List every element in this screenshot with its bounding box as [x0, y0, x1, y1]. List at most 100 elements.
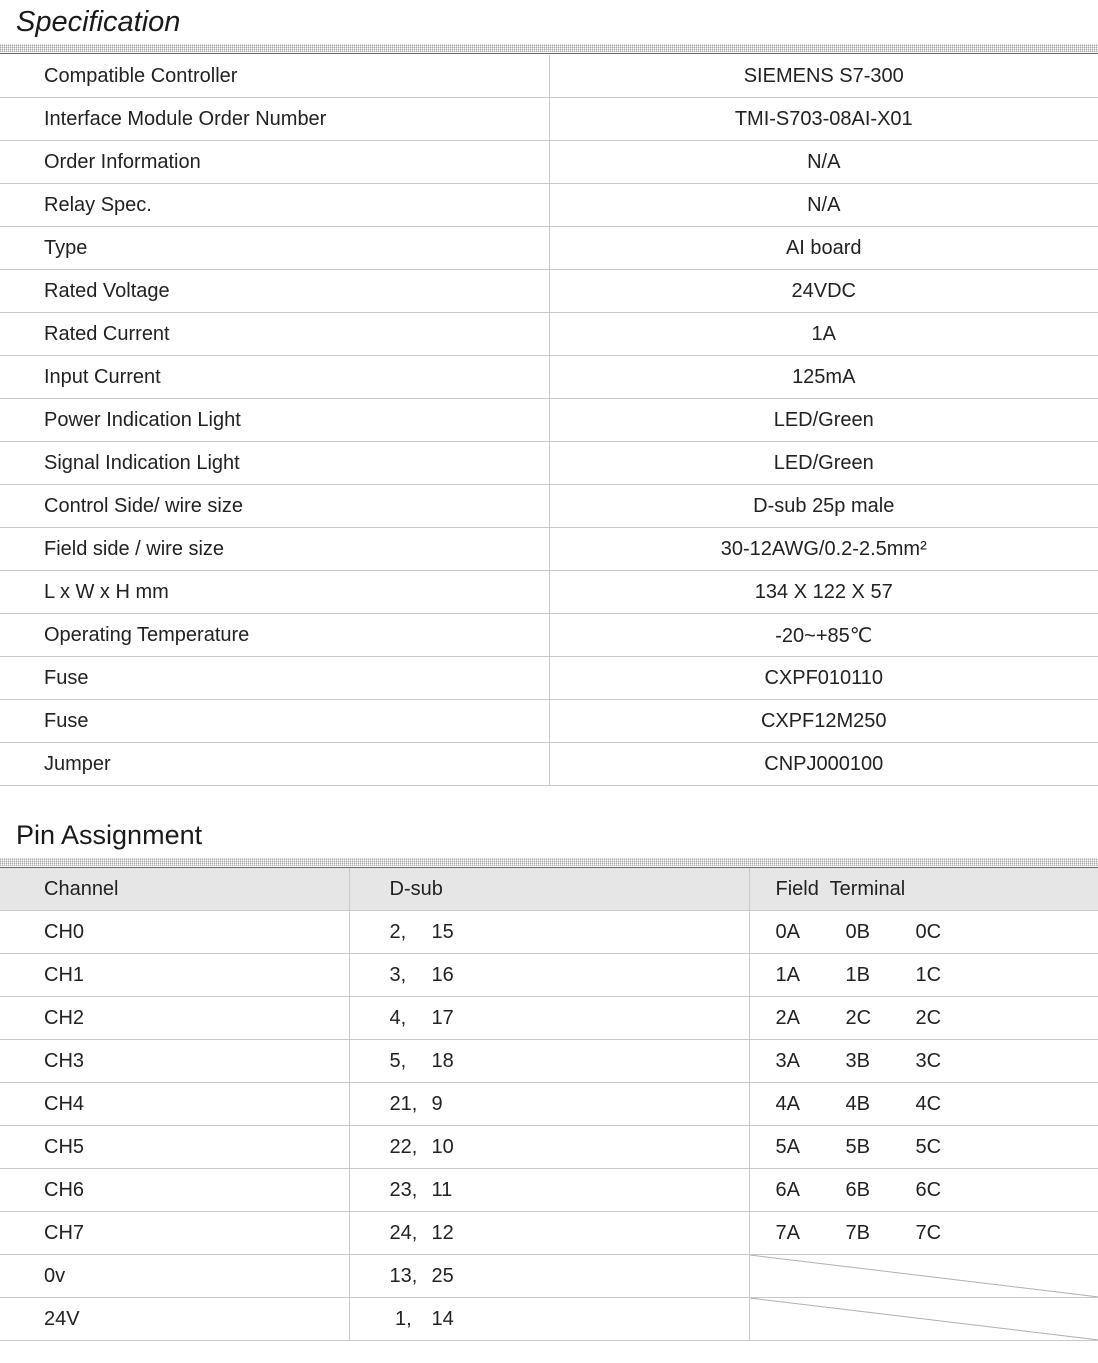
spec-row: Fuse CXPF12M250: [0, 699, 1098, 743]
spec-value: 134 X 122 X 57: [549, 570, 1098, 614]
pin-header-row: Channel D-sub Field Terminal: [0, 868, 1098, 911]
dsub-pin-a: 1,: [389, 1307, 412, 1330]
dsub-pin-b: 14: [431, 1307, 454, 1330]
pin-row: 24V 1, 14: [0, 1297, 1098, 1341]
dsub-pin-b: 18: [431, 1049, 454, 1072]
spec-value: CXPF12M250: [549, 699, 1098, 743]
terminal-label: 3C: [915, 1049, 942, 1072]
terminal-label: 0B: [845, 920, 870, 943]
terminal-label: 7A: [775, 1221, 800, 1244]
spec-value: SIEMENS S7-300: [549, 55, 1098, 98]
pin-row: 0v 13, 25: [0, 1254, 1098, 1298]
spec-row: Type AI board: [0, 226, 1098, 270]
dsub-cell: 21, 9: [349, 1082, 750, 1126]
pin-assignment-table: Channel D-sub Field Terminal CH0 2, 15 0A 0B…: [0, 868, 1098, 1341]
terminal-label: 3B: [845, 1049, 870, 1072]
dsub-pin-b: 12: [431, 1221, 454, 1244]
field-terminal-cell: 1A 1B 1C: [749, 953, 1098, 997]
dsub-cell: 1, 14: [349, 1297, 750, 1341]
channel-header: Channel: [0, 868, 350, 911]
spec-value: 1A: [549, 312, 1098, 356]
spec-label: Type: [0, 226, 550, 270]
pin-title-divider-band: [0, 858, 1098, 866]
spec-value: TMI-S703-08AI-X01: [549, 97, 1098, 141]
spec-row: Relay Spec. N/A: [0, 183, 1098, 227]
terminal-label: 6B: [845, 1178, 870, 1201]
spec-label: Rated Current: [0, 312, 550, 356]
terminal-label: 7B: [845, 1221, 870, 1244]
terminal-label: 2C: [915, 1006, 942, 1029]
spec-value: D-sub 25p male: [549, 484, 1098, 528]
channel-cell: CH6: [0, 1168, 350, 1212]
terminal-label: 0C: [915, 920, 942, 943]
spec-row: Order Information N/A: [0, 140, 1098, 184]
spec-value: 30-12AWG/0.2-2.5mm²: [549, 527, 1098, 571]
title-divider-line: [0, 53, 1098, 54]
spec-label: Order Information: [0, 140, 550, 184]
dsub-cell: 23, 11: [349, 1168, 750, 1212]
terminal-label: 1A: [775, 963, 800, 986]
terminal-label: 5A: [775, 1135, 800, 1158]
spec-row: Rated Voltage 24VDC: [0, 269, 1098, 313]
spec-value: LED/Green: [549, 398, 1098, 442]
spec-label: Operating Temperature: [0, 613, 550, 657]
channel-cell: 24V: [0, 1297, 350, 1341]
spec-row: Interface Module Order Number TMI-S703-08…: [0, 97, 1098, 141]
channel-cell: CH3: [0, 1039, 350, 1083]
spec-row: Control Side/ wire size D-sub 25p male: [0, 484, 1098, 528]
dsub-cell: 22, 10: [349, 1125, 750, 1169]
spec-label: Jumper: [0, 742, 550, 786]
spec-label: Input Current: [0, 355, 550, 399]
terminal-label: 5C: [915, 1135, 942, 1158]
terminal-label: 2C: [845, 1006, 872, 1029]
channel-cell: CH4: [0, 1082, 350, 1126]
specification-table: Compatible Controller SIEMENS S7-300 Inter…: [0, 55, 1098, 786]
field-terminal-cell: 4A 4B 4C: [749, 1082, 1098, 1126]
terminal-label: 1B: [845, 963, 870, 986]
dsub-cell: 3, 16: [349, 953, 750, 997]
dsub-pin-b: 15: [431, 920, 454, 943]
dsub-cell: 13, 25: [349, 1254, 750, 1298]
dsub-pin-b: 25: [431, 1264, 454, 1287]
spec-label: Fuse: [0, 699, 550, 743]
specification-title: Specification: [16, 6, 181, 38]
spec-label: Compatible Controller: [0, 55, 550, 98]
channel-cell: CH5: [0, 1125, 350, 1169]
terminal-label: 6C: [915, 1178, 942, 1201]
spec-row: Power Indication Light LED/Green: [0, 398, 1098, 442]
spec-value: LED/Green: [549, 441, 1098, 485]
field-terminal-cell: 0A 0B 0C: [749, 910, 1098, 954]
spec-label: Power Indication Light: [0, 398, 550, 442]
dsub-pin-b: 9: [431, 1092, 443, 1115]
pin-row: CH6 23, 11 6A 6B 6C: [0, 1168, 1098, 1212]
spec-label: Rated Voltage: [0, 269, 550, 313]
spec-row: Field side / wire size 30-12AWG/0.2-2.5mm…: [0, 527, 1098, 571]
dsub-pin-a: 23,: [389, 1178, 418, 1201]
dsub-pin-a: 21,: [389, 1092, 418, 1115]
pin-row: CH5 22, 10 5A 5B 5C: [0, 1125, 1098, 1169]
spec-value: CNPJ000100: [549, 742, 1098, 786]
dsub-pin-a: 13,: [389, 1264, 418, 1287]
dsub-pin-a: 22,: [389, 1135, 418, 1158]
empty-cell-slash: [750, 1298, 1098, 1340]
terminal-label: 5B: [845, 1135, 870, 1158]
dsub-pin-b: 11: [431, 1178, 453, 1201]
spec-row: Operating Temperature -20~+85℃: [0, 613, 1098, 657]
field-terminal-cell: 2A 2C 2C: [749, 996, 1098, 1040]
spec-row: Signal Indication Light LED/Green: [0, 441, 1098, 485]
dsub-pin-a: 4,: [389, 1006, 407, 1029]
pin-row: CH0 2, 15 0A 0B 0C: [0, 910, 1098, 954]
empty-cell-slash: [750, 1255, 1098, 1297]
spec-label: Fuse: [0, 656, 550, 700]
spec-label: Signal Indication Light: [0, 441, 550, 485]
spec-value: AI board: [549, 226, 1098, 270]
spec-row: Jumper CNPJ000100: [0, 742, 1098, 786]
field-terminal-cell: 7A 7B 7C: [749, 1211, 1098, 1255]
spec-label: Interface Module Order Number: [0, 97, 550, 141]
channel-cell: CH1: [0, 953, 350, 997]
field-terminal-cell: 5A 5B 5C: [749, 1125, 1098, 1169]
spec-row: Rated Current 1A: [0, 312, 1098, 356]
channel-cell: CH7: [0, 1211, 350, 1255]
dsub-cell: 4, 17: [349, 996, 750, 1040]
dsub-pin-a: 3,: [389, 963, 407, 986]
